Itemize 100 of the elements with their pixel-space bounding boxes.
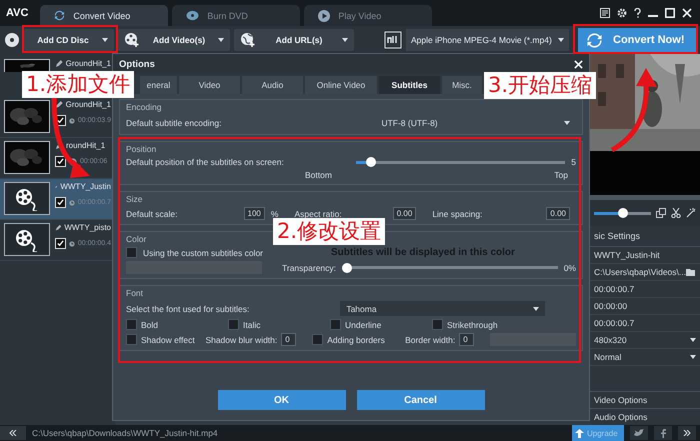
checkbox-label: Using the custom subtitles color	[143, 248, 263, 258]
checkbox-label: Strikethrough	[447, 320, 498, 330]
checkbox[interactable]	[126, 319, 137, 330]
app-tab[interactable]: Burn DVD	[172, 5, 300, 26]
toolbar-button[interactable]: Add URL(s)	[234, 29, 354, 51]
caret-icon	[558, 38, 564, 42]
clock-icon	[69, 116, 75, 124]
maximize-icon[interactable]	[665, 8, 675, 18]
dialog-title: Options	[119, 58, 155, 70]
caret-icon	[690, 355, 696, 359]
menu-icon[interactable]	[600, 8, 610, 18]
input-field[interactable]: 0.00	[546, 207, 570, 220]
file-name: GroundHit_1	[66, 59, 111, 68]
caret-icon	[102, 38, 108, 42]
slider-value: 0%	[564, 262, 576, 272]
field-label: Shadow blur width:	[205, 334, 278, 344]
checkbox-label: Italic	[243, 320, 260, 330]
film-add-icon	[124, 32, 140, 48]
checkbox-label: Underline	[345, 320, 382, 330]
input-field[interactable]: 100	[244, 207, 265, 220]
group-title: Size	[126, 194, 144, 204]
facebook-icon[interactable]	[654, 426, 672, 440]
tab[interactable]: Audio	[242, 76, 303, 94]
app-logo: AVC	[6, 7, 28, 19]
checkbox[interactable]	[330, 319, 341, 330]
annotation-label: 2.修改设置	[273, 218, 386, 245]
checkbox-label: Bold	[141, 320, 158, 330]
close-icon[interactable]	[682, 8, 692, 18]
slider-label: Bottom	[305, 170, 332, 180]
double-chevron-icon	[9, 430, 17, 436]
slider[interactable]	[356, 157, 566, 167]
encoding-dropdown[interactable]: UTF-8 (UTF-8)	[235, 115, 576, 130]
font-dropdown[interactable]: Tahoma	[340, 301, 546, 316]
tab[interactable]: Video	[179, 76, 240, 94]
caret-icon	[342, 38, 348, 42]
upload-icon	[575, 428, 584, 438]
profile-icon[interactable]	[384, 31, 402, 49]
magic-wand-icon[interactable]	[686, 208, 696, 218]
toolbar-button[interactable]: Add Video(s)	[118, 29, 230, 51]
input-field[interactable]: 0.00	[392, 207, 416, 220]
field-label: Default position of the subtitles on screen:	[126, 157, 284, 167]
play-icon	[318, 10, 330, 22]
slider[interactable]	[342, 262, 558, 272]
input-field[interactable]: 0	[459, 333, 474, 346]
toolbar-button[interactable]: Add CD Disc	[24, 29, 114, 51]
caret-icon	[690, 338, 696, 342]
setting-row: C:\Users\qbap\Videos\...	[590, 264, 700, 281]
field-label: Default scale:	[126, 208, 178, 218]
tab[interactable]: eneral	[140, 76, 177, 94]
collapse-button[interactable]	[0, 426, 26, 440]
file-name: GroundHit_1	[66, 100, 111, 109]
tab[interactable]: Misc.	[442, 76, 482, 94]
help-icon[interactable]	[634, 8, 641, 18]
scissors-icon[interactable]	[671, 208, 681, 218]
clock-icon	[69, 198, 75, 206]
caret-icon	[533, 306, 540, 310]
group-title: Encoding	[126, 102, 162, 112]
checkbox[interactable]	[228, 319, 239, 330]
field-label: Aspect ratio:	[294, 208, 342, 218]
refresh-icon	[54, 10, 66, 21]
film-reel-icon	[14, 228, 40, 252]
app-tab[interactable]: Play Video	[304, 5, 432, 26]
checkbox[interactable]	[312, 334, 324, 345]
profile-dropdown[interactable]: Apple iPhone MPEG-4 Movie (*.mp4)	[406, 29, 569, 51]
group-title: Color	[126, 234, 148, 244]
field-label: Border width:	[405, 334, 456, 344]
clock-icon	[69, 240, 75, 248]
app-tab[interactable]: Convert Video	[40, 5, 168, 26]
checkbox-label: Shadow effect	[141, 334, 195, 344]
field-label: Select the font used for subtitles:	[126, 304, 250, 314]
disc-icon	[186, 10, 200, 21]
folder-icon[interactable]	[686, 268, 696, 276]
disc-icon[interactable]	[4, 32, 20, 48]
checkbox[interactable]	[432, 319, 443, 330]
input-field[interactable]: 0	[281, 333, 296, 346]
slider[interactable]	[594, 208, 651, 218]
pencil-icon[interactable]	[55, 224, 62, 232]
checkbox-label: Adding borders	[327, 334, 385, 344]
file-name: WWTY_pisto	[64, 223, 111, 232]
slider-label: Top	[554, 170, 568, 180]
copy-icon[interactable]	[656, 208, 666, 218]
file-name: roundHit_1	[66, 141, 106, 150]
pencil-icon[interactable]	[55, 100, 63, 108]
settings-icon[interactable]	[617, 8, 627, 18]
caret-icon	[218, 38, 224, 42]
annotation-label: 1.添加文件	[22, 71, 134, 98]
refresh-icon	[586, 32, 603, 48]
tab[interactable]: Online Video	[305, 76, 377, 94]
field-label: Line spacing:	[432, 208, 482, 218]
double-chevron-icon[interactable]	[678, 426, 696, 440]
unit-label: %	[270, 208, 278, 218]
field-label: Transparency:	[282, 262, 336, 272]
checkbox[interactable]	[126, 247, 137, 258]
bird-icon[interactable]	[630, 426, 648, 440]
file-path: C:\Users\qbap\Downloads\WWTY_Justin-hit.mp4	[32, 428, 218, 438]
group-title: Position	[126, 144, 158, 154]
tab[interactable]: Subtitles	[379, 76, 440, 94]
file-name: WWTY_Justin	[60, 182, 111, 191]
pencil-icon[interactable]	[55, 60, 63, 68]
checkbox[interactable]	[126, 334, 137, 345]
